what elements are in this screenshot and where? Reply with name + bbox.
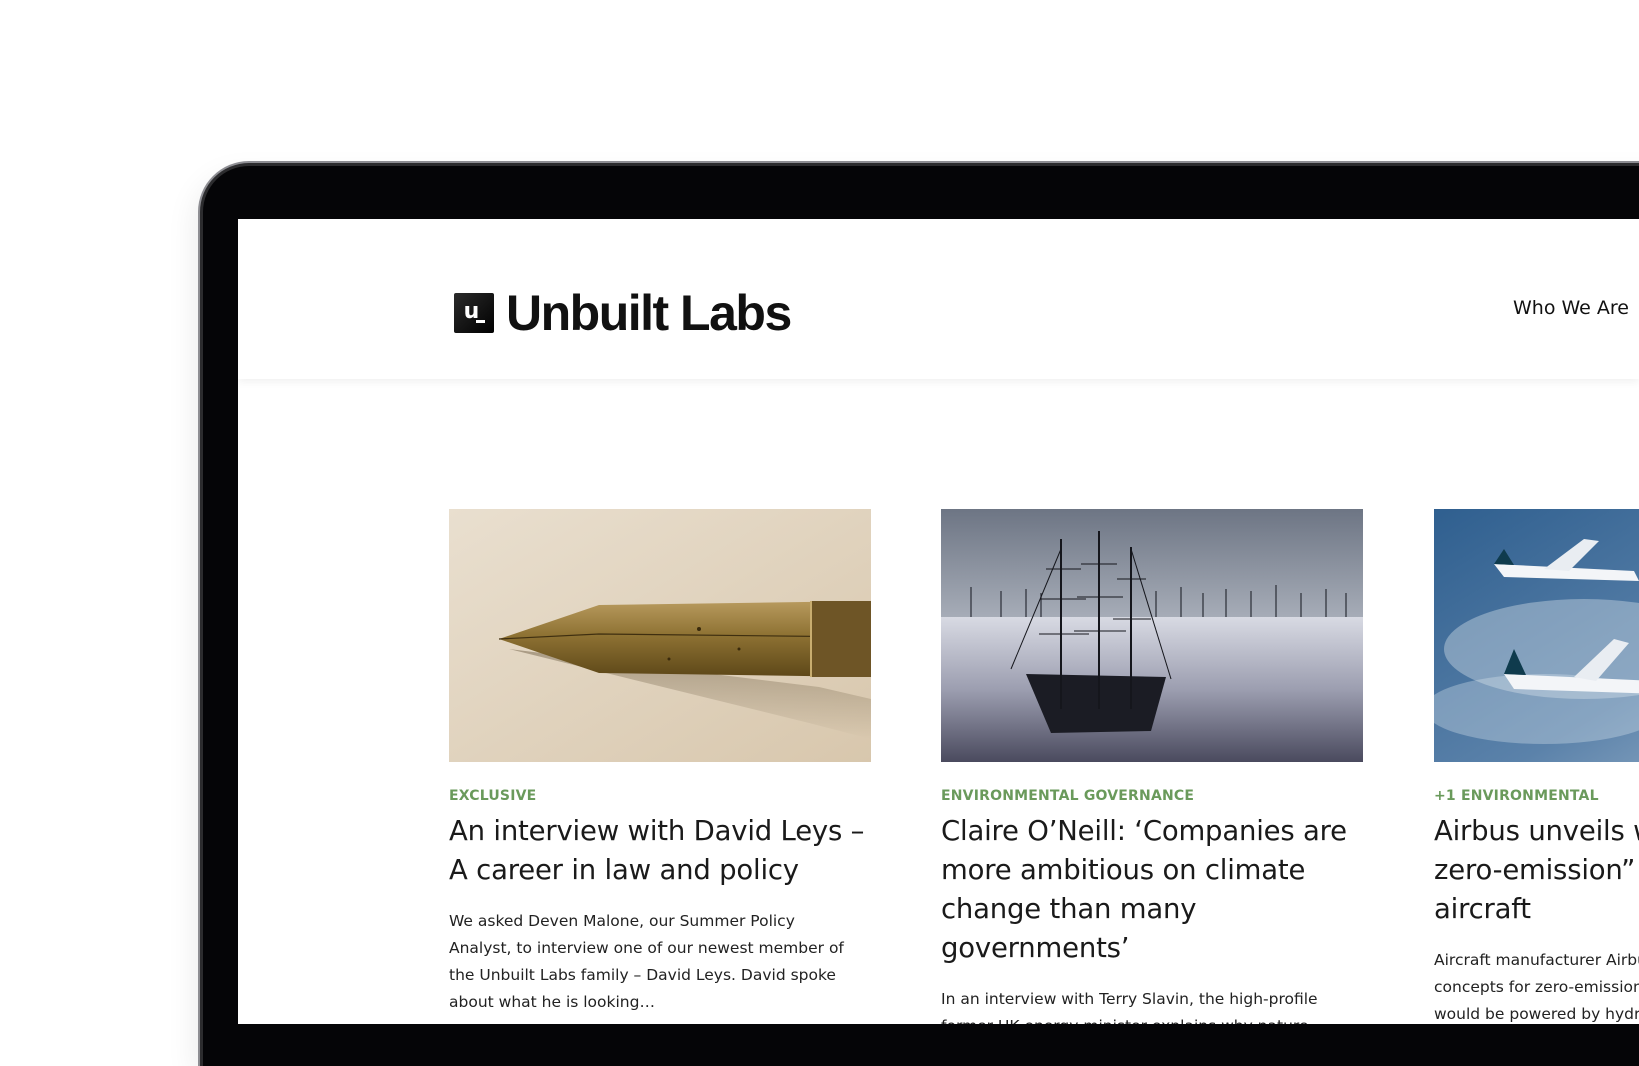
site-logo-link[interactable]: u Unbuilt Labs: [454, 285, 792, 341]
article-excerpt: Aircraft manufacturer Airbus has unveile…: [1434, 951, 1639, 1023]
article-image-link[interactable]: [449, 509, 871, 762]
article-category[interactable]: +1 ENVIRONMENTAL: [1434, 788, 1639, 804]
fountain-pen-nib-image: [449, 509, 871, 762]
logo-text: Unbuilt Labs: [506, 285, 792, 341]
browser-viewport: u Unbuilt Labs Who We Are EXCLUSIVE An i…: [238, 219, 1639, 1024]
article-card: +1 ENVIRONMENTAL Airbus unveils world’s …: [1434, 509, 1639, 1024]
logo-mark-icon: u: [454, 293, 494, 333]
article-title[interactable]: Claire O’Neill: ‘Companies are more ambi…: [941, 812, 1363, 968]
tall-ship-wind-farm-image: [941, 509, 1363, 762]
article-title[interactable]: Airbus unveils world’s “first zero-emiss…: [1434, 812, 1639, 929]
site-header: u Unbuilt Labs Who We Are: [238, 219, 1639, 379]
article-image-link[interactable]: [1434, 509, 1639, 762]
article-category[interactable]: EXCLUSIVE: [449, 788, 871, 804]
nav-who-we-are[interactable]: Who We Are: [1513, 297, 1629, 319]
article-excerpt: In an interview with Terry Slavin, the h…: [941, 990, 1318, 1024]
article-title[interactable]: An interview with David Leys – A career …: [449, 812, 871, 890]
article-card: EXCLUSIVE An interview with David Leys –…: [449, 509, 871, 1024]
aircraft-over-sea-image: [1434, 509, 1639, 762]
article-category[interactable]: ENVIRONMENTAL GOVERNANCE: [941, 788, 1363, 804]
article-image-link[interactable]: [941, 509, 1363, 762]
article-card: ENVIRONMENTAL GOVERNANCE Claire O’Neill:…: [941, 509, 1363, 1024]
article-excerpt: We asked Deven Malone, our Summer Policy…: [449, 912, 844, 1011]
